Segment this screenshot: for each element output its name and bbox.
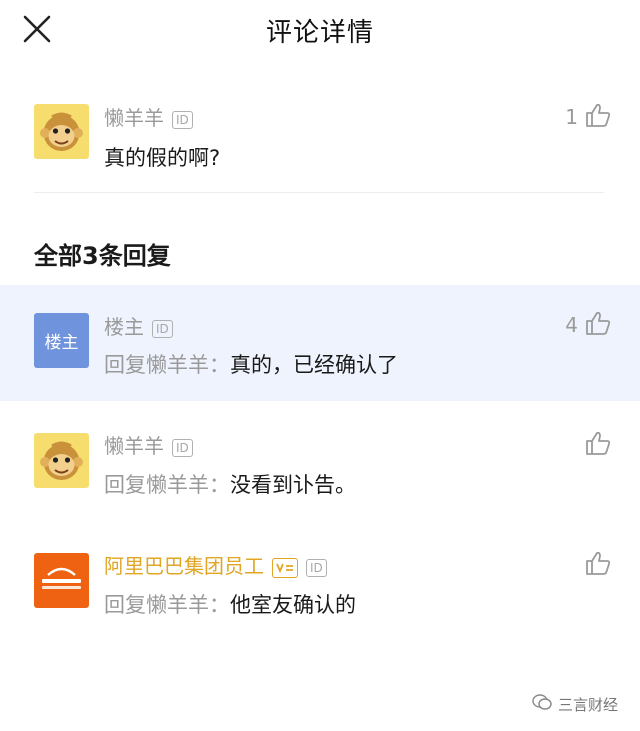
reply-author[interactable]: 楼主 ID xyxy=(104,311,173,340)
avatar-monkey[interactable] xyxy=(34,433,89,488)
id-badge: ID xyxy=(172,438,193,457)
like-count: 1 xyxy=(565,105,578,129)
like-button[interactable] xyxy=(578,430,612,460)
like-button[interactable] xyxy=(578,550,612,580)
watermark: 三言财经 xyxy=(532,693,618,715)
highlighted-reply-bg xyxy=(0,285,640,401)
like-count: 4 xyxy=(565,313,578,337)
like-button[interactable]: 1 xyxy=(565,102,612,132)
id-badge: ID xyxy=(306,558,327,577)
reply-author[interactable]: 阿里巴巴集团员工 ID xyxy=(104,550,327,579)
header: 评论详情 xyxy=(0,0,640,60)
avatar-monkey[interactable] xyxy=(34,104,89,159)
thumbs-up-icon xyxy=(584,101,612,133)
id-badge: ID xyxy=(152,319,173,338)
avatar-louzhu[interactable]: 楼主 xyxy=(34,313,89,368)
reply-prefix[interactable]: 回复懒羊羊： xyxy=(104,593,230,617)
page-title: 评论详情 xyxy=(265,18,374,48)
thumbs-up-icon xyxy=(584,309,612,341)
wechat-icon xyxy=(532,693,552,715)
reply-text: 回复懒羊羊：没看到讣告。 xyxy=(104,473,356,497)
reply-text: 回复懒羊羊：真的，已经确认了 xyxy=(104,353,398,377)
verified-badge-icon xyxy=(272,557,298,578)
reply-text: 回复懒羊羊：他室友确认的 xyxy=(104,593,356,617)
reply-prefix[interactable]: 回复懒羊羊： xyxy=(104,353,230,377)
divider xyxy=(34,192,604,193)
comment-author[interactable]: 懒羊羊 ID xyxy=(104,102,193,131)
reply-prefix[interactable]: 回复懒羊羊： xyxy=(104,473,230,497)
replies-section-title: 全部3条回复 xyxy=(34,242,171,270)
avatar-alibaba-logo[interactable] xyxy=(34,553,89,608)
reply-author[interactable]: 懒羊羊 ID xyxy=(104,430,193,459)
like-button[interactable]: 4 xyxy=(565,310,612,340)
id-badge: ID xyxy=(172,110,193,129)
thumbs-up-icon xyxy=(584,429,612,461)
thumbs-up-icon xyxy=(584,549,612,581)
comment-text: 真的假的啊? xyxy=(104,146,221,170)
